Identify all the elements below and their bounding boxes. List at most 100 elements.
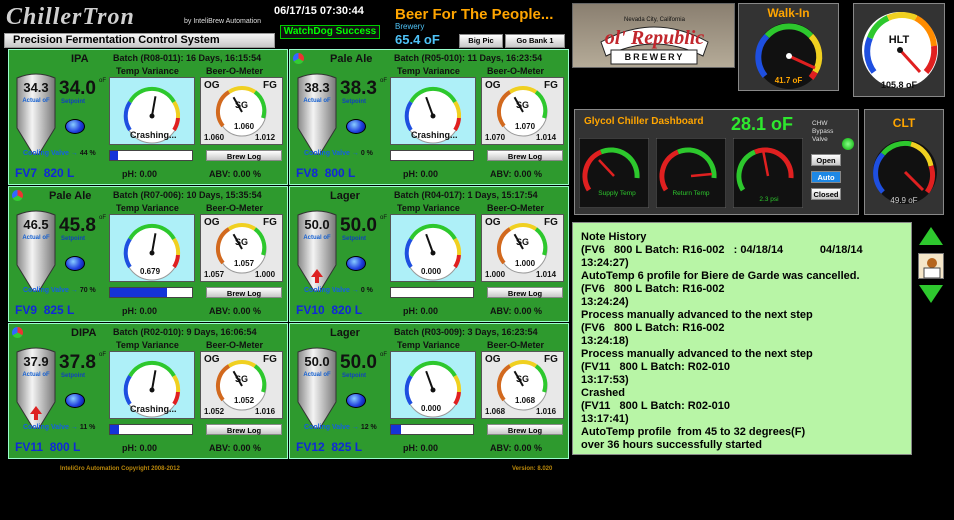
glycol-pressure-label: 2.3 psi [759, 196, 779, 203]
note-line: 13:24:24) [581, 296, 629, 308]
fermenter-volume: 800 L [49, 440, 81, 454]
note-line: Process manually advanced to the next st… [581, 348, 813, 360]
status-led-icon[interactable] [65, 256, 85, 271]
actual-temp: 34.3 [23, 80, 49, 95]
fermenter-panel[interactable]: IPA Batch (R08-011): 16 Days, 16:15:54 3… [8, 49, 288, 185]
cooling-valve-fill [391, 425, 401, 434]
fermenter-id: FV11 [15, 440, 44, 454]
valve-open-button[interactable]: Open [811, 154, 841, 166]
fermenter-panel[interactable]: Lager Batch (R03-009): 3 Days, 16:23:54 … [289, 323, 569, 459]
setpoint-temp[interactable]: 50.0 [340, 352, 377, 374]
brew-log-button[interactable]: Brew Log [206, 424, 282, 435]
brew-log-button[interactable]: Brew Log [206, 287, 282, 298]
cooling-valve-label: Cooling Valve → 12 % [304, 424, 377, 431]
ph-value: pH: 0.00 [122, 169, 158, 179]
scroll-down-arrow-icon[interactable] [919, 285, 943, 303]
setpoint-temp[interactable]: 34.0 [59, 78, 96, 100]
cooling-valve-fill [110, 151, 119, 160]
actual-temp: 38.3 [304, 80, 330, 95]
fermenter-panel[interactable]: Pale Ale Batch (R05-010): 11 Days, 16:23… [289, 49, 569, 185]
valve-auto-button[interactable]: Auto [811, 171, 841, 183]
notepad-user-icon[interactable] [918, 253, 944, 279]
brewery-name: ol' Republic [604, 27, 705, 49]
big-pic-button[interactable]: Big Pic [459, 34, 503, 48]
setpoint-unit: oF [380, 215, 388, 221]
temp-variance-gauge: 0.000 [390, 351, 476, 419]
beer-o-meter-label: Beer-O-Meter [206, 203, 264, 213]
setpoint-temp[interactable]: 38.3 [340, 78, 377, 100]
variance-status: Crashing... [130, 130, 177, 140]
beer-o-meter-gauge: OG FG SG 1.070 1.070 1.014 [481, 77, 564, 145]
og-label: OG [204, 80, 220, 91]
og-label: OG [485, 217, 501, 228]
setpoint-temp[interactable]: 45.8 [59, 215, 96, 237]
scroll-up-arrow-icon[interactable] [919, 227, 943, 245]
og-value: 1.052 [204, 407, 225, 416]
brew-log-button[interactable]: Brew Log [487, 424, 563, 435]
ph-value: pH: 0.00 [122, 443, 158, 453]
temp-variance-label: Temp Variance [397, 203, 460, 213]
cooling-valve-pct: 12 % [360, 424, 377, 431]
actual-temp-label: Actual oF [22, 235, 50, 241]
beer-o-meter-gauge: OG FG SG 1.000 1.000 1.014 [481, 214, 564, 282]
cooling-valve-label: Cooling Valve → 70 % [23, 287, 96, 294]
actual-temp-label: Actual oF [303, 372, 331, 378]
fermenter-volume: 825 L [331, 440, 363, 454]
hlt-panel: HLT 105.8 oF [853, 3, 945, 97]
status-led-icon[interactable] [346, 393, 366, 408]
status-led-icon[interactable] [346, 256, 366, 271]
abv-value: ABV: 0.00 % [209, 306, 262, 316]
status-led-icon[interactable] [346, 119, 366, 134]
arrow-icon: → [70, 424, 78, 431]
brew-log-button[interactable]: Brew Log [487, 150, 563, 161]
temp-variance-label: Temp Variance [397, 340, 460, 350]
status-dots-icon [12, 190, 23, 201]
variance-status: Crashing... [411, 130, 458, 140]
status-led-icon[interactable] [65, 119, 85, 134]
cooling-valve-pct: 0 % [360, 150, 373, 157]
batch-info: Batch (R04-017): 1 Days, 15:17:54 [394, 190, 538, 200]
setpoint-temp[interactable]: 37.8 [59, 352, 96, 374]
temp-variance-label: Temp Variance [116, 340, 179, 350]
cooling-valve-pct: 0 % [360, 287, 373, 294]
setpoint-label: Setpoint [61, 373, 85, 379]
variance-value: 0.000 [421, 404, 442, 413]
cooling-valve-bar [390, 287, 474, 298]
glycol-title: Glycol Chiller Dashboard [584, 116, 704, 127]
arrow-icon: → [70, 287, 78, 294]
valve-closed-button[interactable]: Closed [811, 188, 841, 200]
fermenter-panel[interactable]: Pale Ale Batch (R07-006): 10 Days, 15:35… [8, 186, 288, 322]
status-led-icon[interactable] [65, 393, 85, 408]
og-value: 1.057 [204, 270, 225, 279]
clt-title: CLT [892, 116, 916, 130]
setpoint-temp[interactable]: 50.0 [340, 215, 377, 237]
fermenter-name: FV9 825 L [15, 303, 74, 317]
sg-value: 1.057 [234, 259, 255, 268]
cooling-valve-text: Cooling Valve [23, 424, 69, 431]
brew-log-button[interactable]: Brew Log [487, 287, 563, 298]
fermenter-name: FV11 800 L [15, 440, 80, 454]
fg-label: FG [263, 354, 277, 365]
cooling-valve-fill [110, 288, 168, 297]
fermenter-name: FV7 820 L [15, 166, 74, 180]
hlt-value: 105.8 oF [880, 80, 918, 90]
go-bank-button[interactable]: Go Bank 1 [505, 34, 565, 48]
sg-value: 1.060 [234, 122, 255, 131]
fermenter-panel[interactable]: DIPA Batch (R02-010): 9 Days, 16:06:54 3… [8, 323, 288, 459]
note-line: Crashed [581, 387, 626, 399]
fermenter-name: FV8 800 L [296, 166, 355, 180]
setpoint-label: Setpoint [61, 236, 85, 242]
walkin-value: 41.7 oF [774, 76, 803, 85]
beer-style: Lager [330, 327, 360, 339]
actual-temp: 50.0 [304, 354, 330, 369]
fg-label: FG [544, 217, 558, 228]
temp-variance-gauge: Crashing... [390, 77, 476, 145]
og-value: 1.068 [485, 407, 506, 416]
note-history[interactable]: Note History (FV6 800 L Batch: R16-002 : … [572, 222, 912, 455]
setpoint-unit: oF [99, 215, 107, 221]
fermenter-panel[interactable]: Lager Batch (R04-017): 1 Days, 15:17:54 … [289, 186, 569, 322]
fg-value: 1.012 [255, 133, 276, 142]
beer-o-meter-label: Beer-O-Meter [487, 203, 545, 213]
brewery-sub: BREWERY [624, 52, 685, 62]
brew-log-button[interactable]: Brew Log [206, 150, 282, 161]
